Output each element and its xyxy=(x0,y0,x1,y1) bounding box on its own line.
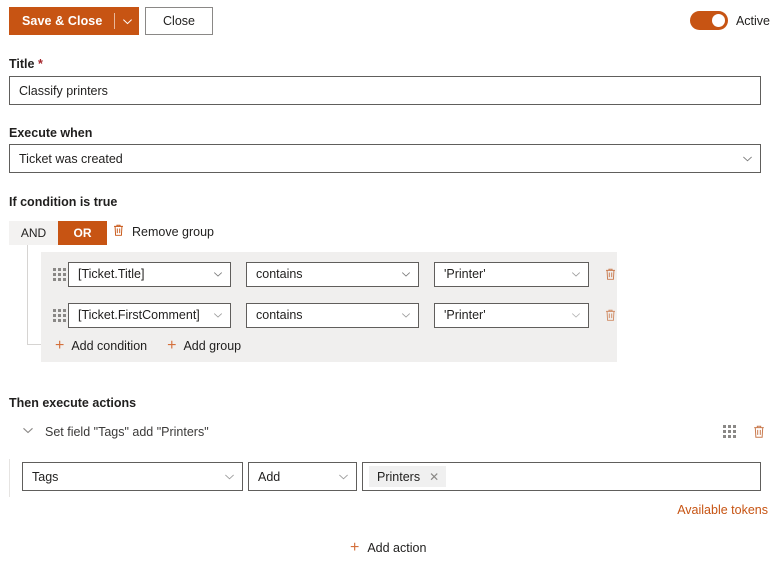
remove-group-label: Remove group xyxy=(132,224,214,239)
title-label: Title * xyxy=(9,57,43,71)
trash-icon xyxy=(112,223,125,240)
condition-operator-select[interactable]: contains xyxy=(246,302,419,328)
action-field-select[interactable]: Tags xyxy=(22,462,243,491)
operator-and-button[interactable]: AND xyxy=(9,221,58,245)
execute-when-select[interactable]: Ticket was created xyxy=(9,144,761,173)
add-condition-button[interactable]: + Add condition xyxy=(55,338,147,354)
active-toggle[interactable] xyxy=(689,11,728,30)
active-toggle-label: Active xyxy=(735,13,770,28)
operator-or-button[interactable]: OR xyxy=(58,221,107,245)
save-options-chevron-down-icon[interactable] xyxy=(115,7,139,35)
action-summary-label: Set field "Tags" add "Printers" xyxy=(45,425,209,439)
action-operation-select[interactable]: Add xyxy=(248,462,357,491)
title-input[interactable]: Classify printers xyxy=(9,76,761,105)
add-condition-label: Add condition xyxy=(71,339,148,353)
condition-value-select[interactable]: 'Printer' xyxy=(434,302,589,328)
action-summary-row[interactable]: Set field "Tags" add "Printers" xyxy=(22,423,209,441)
title-input-value: Classify printers xyxy=(19,83,108,98)
condition-field-value: [Ticket.Title] xyxy=(78,267,145,281)
execute-when-value: Ticket was created xyxy=(19,151,123,166)
chevron-down-icon xyxy=(338,463,349,490)
collapse-chevron-down-icon[interactable] xyxy=(22,423,34,441)
group-connector-line xyxy=(27,245,28,345)
condition-add-links: + Add condition + Add group xyxy=(55,338,241,354)
condition-value: 'Printer' xyxy=(444,267,486,281)
toggle-knob xyxy=(711,14,725,27)
active-toggle-group: Active xyxy=(689,11,770,30)
execute-when-label: Execute when xyxy=(9,126,93,140)
toolbar: Save & Close Close Active xyxy=(0,0,780,42)
add-action-label: Add action xyxy=(367,541,427,555)
drag-handle-icon[interactable] xyxy=(50,265,68,283)
title-label-text: Title xyxy=(9,57,35,71)
chevron-down-icon xyxy=(224,463,235,490)
action-operation-value: Add xyxy=(258,469,281,484)
condition-value-select[interactable]: 'Printer' xyxy=(434,261,589,287)
condition-operator-value: contains xyxy=(256,267,303,281)
plus-icon: + xyxy=(350,539,360,556)
condition-operator-toggle: AND OR xyxy=(9,221,107,245)
chevron-down-icon xyxy=(571,263,581,286)
condition-operator-value: contains xyxy=(256,308,303,322)
title-required-marker: * xyxy=(37,57,43,71)
condition-section-heading: If condition is true xyxy=(9,195,118,209)
close-button[interactable]: Close xyxy=(145,7,213,35)
drag-handle-icon[interactable] xyxy=(50,306,68,324)
available-tokens-link[interactable]: Available tokens xyxy=(677,503,768,517)
table-row: [Ticket.Title] contains 'Printer' xyxy=(41,261,619,287)
condition-field-select[interactable]: [Ticket.Title] xyxy=(68,261,231,287)
condition-operator-select[interactable]: contains xyxy=(246,261,419,287)
delete-condition-trash-icon[interactable] xyxy=(601,306,619,324)
action-rail xyxy=(9,459,10,497)
action-row-controls xyxy=(720,422,768,440)
tag-pill-label: Printers xyxy=(377,469,421,484)
delete-condition-trash-icon[interactable] xyxy=(601,265,619,283)
chevron-down-icon xyxy=(401,304,411,327)
add-group-label: Add group xyxy=(183,339,242,353)
delete-action-trash-icon[interactable] xyxy=(750,422,768,440)
chevron-down-icon xyxy=(742,145,753,172)
plus-icon: + xyxy=(55,337,65,354)
plus-icon: + xyxy=(167,337,177,354)
save-and-close-label: Save & Close xyxy=(22,14,103,28)
add-group-button[interactable]: + Add group xyxy=(167,338,241,354)
action-tags-input[interactable]: Printers ✕ xyxy=(362,462,761,491)
save-and-close-button[interactable]: Save & Close xyxy=(9,7,140,35)
condition-field-select[interactable]: [Ticket.FirstComment] xyxy=(68,302,231,328)
chevron-down-icon xyxy=(213,304,223,327)
drag-handle-icon[interactable] xyxy=(720,422,738,440)
chevron-down-icon xyxy=(571,304,581,327)
table-row: [Ticket.FirstComment] contains 'Printer' xyxy=(41,302,619,328)
add-action-button[interactable]: + Add action xyxy=(350,540,426,556)
condition-value: 'Printer' xyxy=(444,308,486,322)
action-field-value: Tags xyxy=(32,469,59,484)
group-connector-elbow xyxy=(27,344,41,345)
close-icon[interactable]: ✕ xyxy=(429,471,439,483)
remove-group-button[interactable]: Remove group xyxy=(112,223,214,240)
action-section-heading: Then execute actions xyxy=(9,396,137,410)
tag-pill: Printers ✕ xyxy=(369,466,447,487)
condition-field-value: [Ticket.FirstComment] xyxy=(78,308,200,322)
chevron-down-icon xyxy=(401,263,411,286)
chevron-down-icon xyxy=(213,263,223,286)
